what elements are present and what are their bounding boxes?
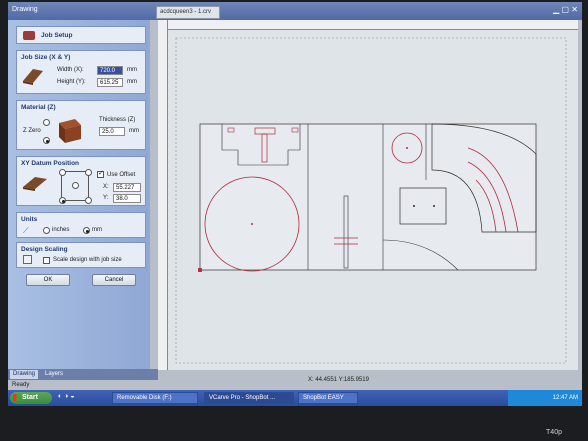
datum-title: XY Datum Position [21, 160, 80, 167]
start-label: Start [22, 394, 38, 401]
z-zero-label: Z Zero [23, 128, 41, 134]
datum-bl-radio[interactable] [59, 197, 66, 204]
scale-design-label: Scale design with job size [53, 257, 122, 263]
screen: Drawing acdcqueen3 - 1.crv ▁ ▢ ✕ Job Set… [8, 2, 582, 406]
offset-x-label: X: [103, 184, 109, 190]
height-label: Height (Y): [57, 79, 86, 85]
datum-section: XY Datum Position ✓ Use Offset X: 55.227… [16, 156, 146, 206]
z-zero-top-radio[interactable] [43, 119, 50, 126]
pane-title: Drawing [12, 6, 38, 13]
task-vcarve[interactable]: VCarve Pro - ShopBot ... [204, 392, 294, 404]
datum-tr-radio[interactable] [85, 169, 92, 176]
units-title: Units [21, 216, 38, 223]
system-tray: 12:47 AM [508, 390, 582, 406]
width-unit: mm [127, 67, 137, 73]
thickness-input[interactable]: 25.0 [99, 127, 125, 136]
task-shopbot[interactable]: ShopBot EASY [298, 392, 358, 404]
units-section: Units ⟋ inches mm [16, 212, 146, 238]
material-sheet [199, 123, 537, 271]
panel-tabs: Drawing Layers [8, 369, 158, 380]
design-view [175, 37, 567, 364]
use-offset-checkbox[interactable]: ✓ [97, 170, 104, 178]
job-setup-header: Job Setup [16, 26, 146, 44]
job-setup-panel: Job Setup Job Size (X & Y) Width (X): 72… [8, 20, 150, 372]
window-controls-icon[interactable]: ▁ ▢ ✕ [553, 5, 578, 14]
datum-tl-radio[interactable] [59, 169, 66, 176]
status-ready: Ready [12, 382, 30, 388]
drawing-canvas[interactable] [158, 20, 578, 370]
job-setup-icon [23, 31, 35, 40]
width-label: Width (X): [57, 67, 84, 73]
thickness-unit: mm [129, 128, 139, 134]
offset-y-input[interactable]: 38.0 [113, 194, 141, 203]
job-setup-title: Job Setup [41, 32, 73, 39]
offset-x-input[interactable]: 55.227 [113, 183, 141, 192]
units-inches-radio[interactable] [43, 227, 50, 234]
scaling-icon [23, 255, 32, 264]
cancel-button[interactable]: Cancel [92, 274, 136, 286]
use-offset-label: Use Offset [107, 172, 136, 178]
laptop-brand: T40p [546, 429, 562, 436]
ruler-icon: ⟋ [23, 226, 29, 235]
design-scaling-section: Design Scaling Scale design with job siz… [16, 242, 146, 268]
width-input[interactable]: 720.0 [97, 66, 123, 75]
z-zero-bottom-radio[interactable] [43, 137, 50, 144]
job-size-title: Job Size (X & Y) [21, 54, 71, 61]
offset-y-label: Y: [103, 195, 109, 201]
document-tab[interactable]: acdcqueen3 - 1.crv [156, 6, 220, 19]
units-inches-label: inches [52, 227, 70, 233]
job-size-icon [23, 69, 43, 85]
scale-design-checkbox[interactable] [43, 257, 50, 264]
design-scaling-title: Design Scaling [21, 246, 68, 253]
origin-marker [198, 268, 202, 272]
units-mm-radio[interactable] [83, 227, 90, 234]
cursor-coordinates: X: 44.4551 Y:185.9519 [308, 377, 369, 383]
height-unit: mm [127, 79, 137, 85]
material-section: Material (Z) Z Zero Thickness (Z) 25.0 m… [16, 100, 146, 150]
start-button[interactable]: Start [10, 392, 52, 404]
ok-button[interactable]: OK [26, 274, 70, 286]
check-icon: ✓ [98, 170, 104, 177]
quicklaunch-icons[interactable]: ◐ ◑ ◒ [58, 393, 75, 400]
datum-position-icon [23, 177, 47, 191]
tab-layers[interactable]: Layers [42, 370, 66, 379]
tab-drawing[interactable]: Drawing [10, 370, 39, 379]
material-title: Material (Z) [21, 104, 56, 111]
units-mm-label: mm [92, 227, 102, 233]
clock[interactable]: 12:47 AM [553, 395, 578, 401]
height-input[interactable]: 615.25 [97, 78, 123, 87]
material-block-icon [59, 119, 81, 143]
thickness-label: Thickness (Z) [99, 117, 136, 123]
title-bar: Drawing acdcqueen3 - 1.crv ▁ ▢ ✕ [8, 2, 582, 20]
datum-br-radio[interactable] [85, 197, 92, 204]
job-size-section: Job Size (X & Y) Width (X): 720.0 mm Hei… [16, 50, 146, 94]
datum-center-radio[interactable] [72, 182, 79, 189]
task-removable-disk[interactable]: Removable Disk (F:) [112, 392, 198, 404]
taskbar: Start ◐ ◑ ◒ Removable Disk (F:) VCarve P… [8, 390, 582, 406]
windows-logo-icon [13, 394, 20, 401]
